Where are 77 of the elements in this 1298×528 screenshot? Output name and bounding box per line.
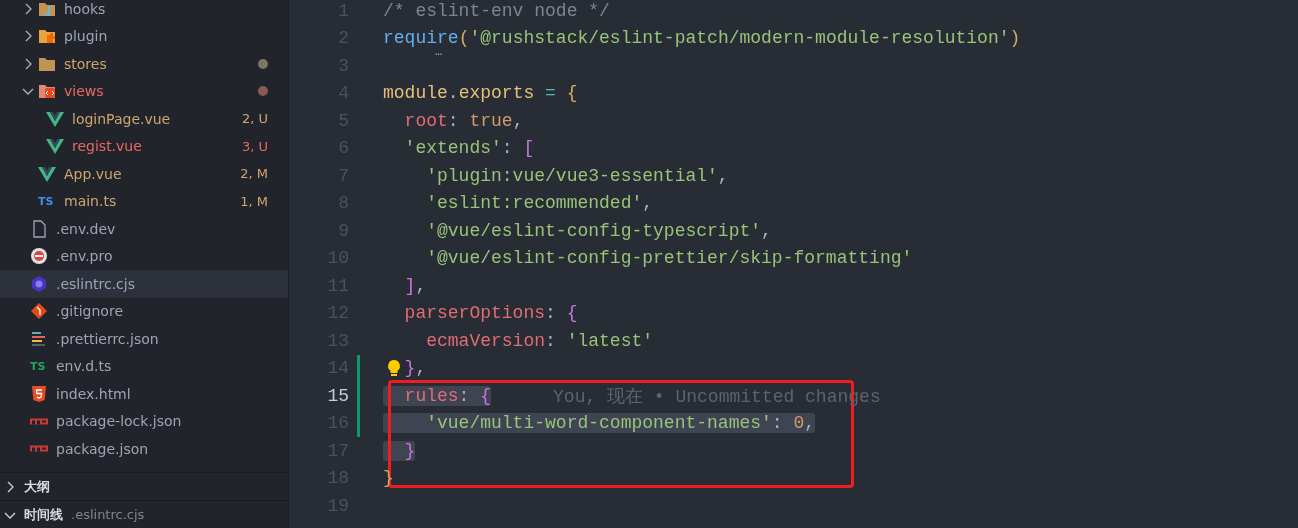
git-status: 3, U: [241, 138, 268, 154]
file-name: hooks: [64, 0, 107, 17]
typescript-file-icon: TS: [30, 359, 48, 373]
panel-title: 时间线: [24, 505, 63, 524]
tree-item[interactable]: regist.vue 3, U: [0, 132, 288, 160]
code-line: module.exports = {: [383, 83, 578, 104]
tree-item[interactable]: TS env.d.ts: [0, 352, 288, 380]
panel-header[interactable]: 时间线 .eslintrc.cjs: [0, 500, 288, 528]
tree-item[interactable]: TS main.ts 1, M: [0, 187, 288, 215]
git-status: 1, M: [240, 193, 268, 209]
file-name: plugin: [64, 28, 109, 45]
file-name: index.html: [56, 385, 132, 402]
file-icon: [30, 219, 48, 238]
file-name: stores: [64, 55, 108, 72]
file-name: App.vue: [64, 165, 123, 182]
file-name: .eslintrc.cjs: [56, 275, 136, 292]
tree-item[interactable]: package-lock.json: [0, 407, 288, 435]
code-line: require('@rushstack/eslint-patch/modern-module-resolution'): [383, 28, 1021, 49]
code-line: parserOptions: {: [404, 303, 578, 324]
tree-item[interactable]: App.vue 2, M: [0, 160, 288, 188]
file-name: package.json: [56, 440, 150, 457]
npm-file-icon: [30, 417, 48, 425]
tree-item[interactable]: .env.dev: [0, 215, 288, 243]
vue-file-icon: [46, 137, 64, 156]
tree-item[interactable]: .env.pro: [0, 242, 288, 270]
code-line: ],: [404, 275, 427, 296]
tree-item[interactable]: loginPage.vue 2, U: [0, 105, 288, 133]
folder-icon: [38, 82, 56, 101]
code-line: '@vue/eslint-config-typescript',: [426, 220, 772, 241]
file-name: main.ts: [64, 193, 118, 210]
file-name: .prettierrc.json: [56, 330, 160, 347]
lightbulb-icon[interactable]: [387, 358, 401, 377]
tree-item[interactable]: .gitignore: [0, 297, 288, 325]
npm-file-icon: [30, 445, 48, 453]
tree-item[interactable]: hooks: [0, 0, 288, 23]
tree-item[interactable]: views: [0, 77, 288, 105]
code-line: root: true,: [404, 110, 524, 131]
code-line: 'plugin:vue/vue3-essential',: [426, 165, 729, 186]
code-line: },: [404, 358, 427, 379]
prettier-file-icon: [30, 329, 48, 348]
html-file-icon: [30, 384, 48, 403]
code-line: 'vue/multi-word-component-names': 0,: [426, 413, 816, 434]
tree-item[interactable]: index.html: [0, 380, 288, 408]
tree-item[interactable]: .prettierrc.json: [0, 325, 288, 353]
file-name: regist.vue: [72, 138, 143, 155]
tree-item[interactable]: package.json: [0, 435, 288, 463]
file-name: loginPage.vue: [72, 110, 172, 127]
code-line: 'extends': [: [404, 138, 535, 159]
vue-file-icon: [46, 109, 64, 128]
tree-item[interactable]: plugin: [0, 22, 288, 50]
file-name: env.d.ts: [56, 358, 113, 375]
file-name: .gitignore: [56, 303, 124, 320]
code-line: ecmaVersion: 'latest': [426, 330, 654, 351]
tree-item[interactable]: .eslintrc.cjs: [0, 270, 288, 298]
panel-title: 大纲: [24, 477, 50, 496]
git-status: 2, M: [240, 166, 268, 182]
line-number: 15: [326, 385, 349, 406]
code-line: /* eslint-env node */: [383, 0, 610, 21]
git-status: 2, U: [241, 111, 268, 127]
code-line: '@vue/eslint-config-prettier/skip-formatting': [426, 248, 913, 269]
file-name: .env.pro: [56, 248, 114, 265]
file-name: views: [64, 83, 105, 100]
tree-item[interactable]: stores: [0, 50, 288, 78]
code-line: 'eslint:recommended',: [426, 193, 654, 214]
typescript-file-icon: TS: [38, 194, 56, 208]
hint-ellipsis[interactable]: …: [435, 48, 443, 55]
code-line: rules: {: [404, 385, 492, 406]
panel-subtitle: .eslintrc.cjs: [71, 507, 145, 523]
eslint-file-icon: [30, 274, 48, 293]
code-line: }: [404, 440, 416, 461]
vue-file-icon: [38, 164, 56, 183]
file-name: .env.dev: [56, 220, 117, 237]
panel-header[interactable]: 大纲: [0, 472, 288, 501]
git-file-icon: [30, 302, 48, 321]
folder-icon: [38, 27, 56, 46]
file-name: package-lock.json: [56, 413, 183, 430]
folder-icon: [38, 0, 56, 18]
